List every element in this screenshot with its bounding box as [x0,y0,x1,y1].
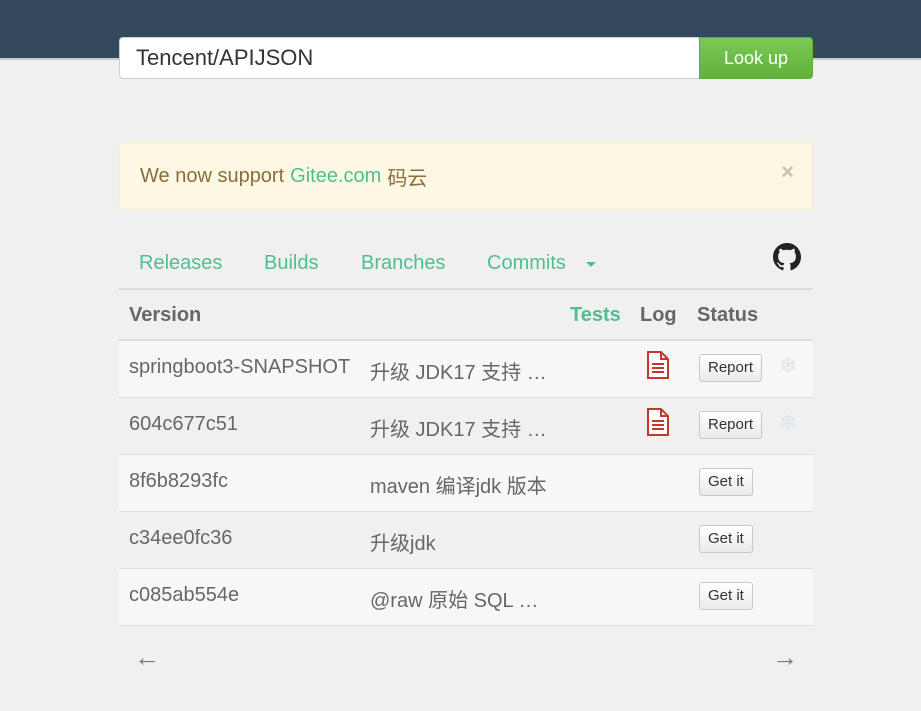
header-tests[interactable]: Tests [570,304,621,327]
get-it-button[interactable]: Get it [699,525,753,553]
table-row: springboot3-SNAPSHOT 升级 JDK17 支持 … Report… [119,341,813,398]
repo-search-input[interactable] [119,37,699,79]
close-icon[interactable]: × [781,159,794,185]
report-button[interactable]: Report [699,354,763,382]
tab-builds[interactable]: Builds [264,252,318,275]
tab-releases[interactable]: Releases [139,252,222,275]
version-cell[interactable]: springboot3-SNAPSHOT [129,356,350,379]
look-up-button[interactable]: Look up [699,37,813,79]
table-row: c085ab554e @raw 原始 SQL … Get it [119,569,813,626]
alert-prefix: We now support [140,164,285,187]
commit-message-cell: 升级 JDK17 支持 … [370,362,547,384]
table-row: 604c677c51 升级 JDK17 支持 … Report ❄ [119,398,813,455]
commit-message-cell: 升级jdk [370,533,436,555]
table-header: Version Tests Log Status [119,290,813,341]
snowflake-icon: ❄ [779,353,798,378]
search-bar: Look up [119,37,813,79]
get-it-button[interactable]: Get it [699,468,753,496]
commit-message-cell: @raw 原始 SQL … [370,590,539,612]
version-cell[interactable]: 8f6b8293fc [129,470,228,493]
commit-message-cell: 升级 JDK17 支持 … [370,419,547,441]
prev-page-arrow[interactable]: ← [134,642,160,673]
header-log: Log [640,304,677,326]
table-body: springboot3-SNAPSHOT 升级 JDK17 支持 … Report… [119,341,813,626]
nav-tabs: Releases Builds Branches Commits [119,238,813,290]
version-cell[interactable]: 604c677c51 [129,413,238,436]
announcement-alert: We now support Gitee.com 码云 × [119,142,813,210]
get-it-button[interactable]: Get it [699,582,753,610]
gitee-link[interactable]: Gitee.com [290,165,381,188]
tab-commits[interactable]: Commits [487,252,566,275]
commit-message-cell: maven 编译jdk 版本 [370,476,547,498]
version-cell[interactable]: c085ab554e [129,584,239,607]
commits-dropdown-icon[interactable] [586,262,596,267]
alert-suffix: 码云 [387,167,428,190]
tab-branches[interactable]: Branches [361,252,446,275]
next-page-arrow[interactable]: → [772,642,798,673]
version-cell[interactable]: c34ee0fc36 [129,527,232,550]
snowflake-icon: ❄ [779,410,798,435]
report-button[interactable]: Report [699,411,763,439]
header-version: Version [129,304,202,326]
document-icon[interactable] [646,351,670,379]
versions-table: Version Tests Log Status springboot3-SNA… [119,290,813,626]
document-icon[interactable] [646,408,670,436]
table-row: c34ee0fc36 升级jdk Get it [119,512,813,569]
table-row: 8f6b8293fc maven 编译jdk 版本 Get it [119,455,813,512]
github-icon[interactable] [773,243,801,271]
header-status: Status [697,304,759,326]
